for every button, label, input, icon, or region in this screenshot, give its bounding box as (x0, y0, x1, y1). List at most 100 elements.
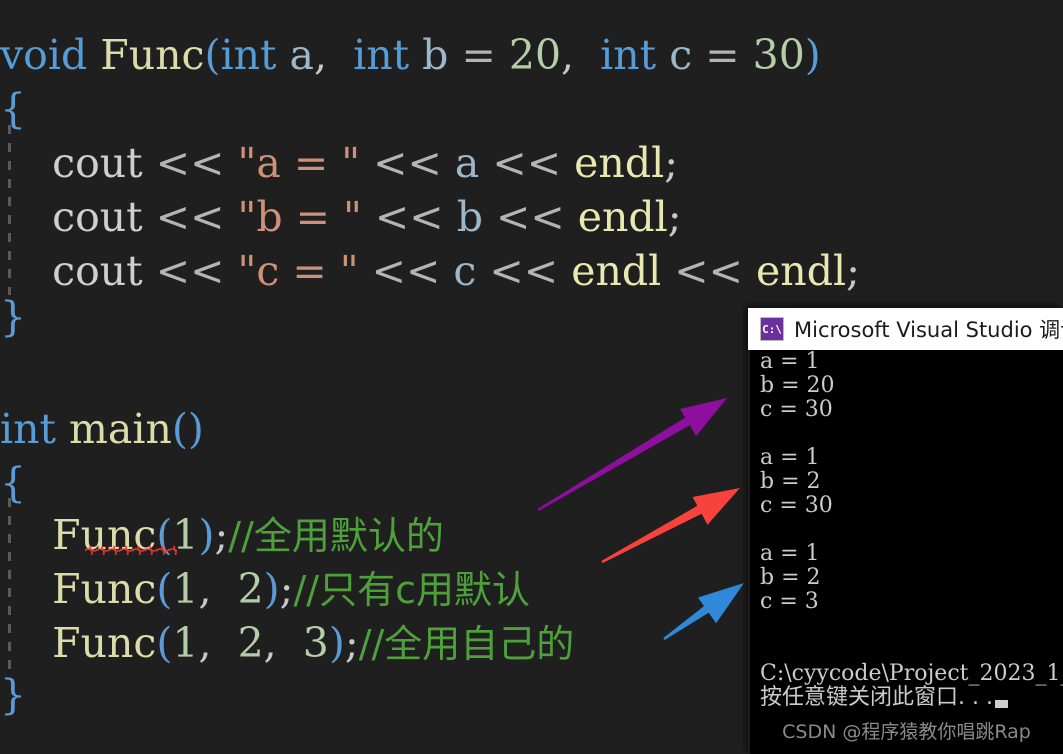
console-prompt-text: 按任意键关闭此窗口. . . (760, 685, 993, 710)
code-token: //只有c用默认 (293, 568, 531, 612)
code-token: ; (344, 619, 359, 667)
code-token: "a = " (237, 139, 361, 187)
code-token: 3 (302, 619, 329, 667)
code-token: , (198, 565, 238, 613)
squiggle-underline (85, 546, 177, 555)
code-token: } (0, 671, 27, 719)
console-prompt-line: 按任意键关闭此窗口. . . (760, 686, 1063, 710)
code-token: , (263, 619, 303, 667)
console-output-line: c = 30 (760, 397, 833, 422)
console-output-line: c = 30 (760, 493, 833, 518)
code-token: cout (0, 139, 143, 187)
console-output-line: b = 2 (760, 469, 821, 494)
code-token: a (454, 139, 480, 187)
code-token: a (289, 31, 314, 79)
code-token: int (0, 405, 56, 453)
code-line-func-open-brace[interactable]: { (0, 82, 26, 136)
console-output-line: a = 1 (760, 541, 820, 566)
code-token: , (314, 31, 354, 79)
code-token: c (669, 31, 693, 79)
code-token: 1 (172, 565, 199, 613)
console-output-line: C:\cyycode\Project_2023_1_ (760, 661, 1063, 686)
code-token: int (600, 31, 657, 79)
code-editor[interactable]: void Func(int a, int b = 20, int c = 30)… (0, 0, 1063, 754)
code-token: "c = " (237, 247, 359, 295)
console-cursor (994, 700, 1008, 708)
code-token: ; (214, 511, 229, 559)
console-icon-label: C:\ (762, 322, 782, 336)
code-token: ; (667, 193, 682, 241)
console-output-lines: a = 1b = 20 c = 30 a = 1b = 2c = 30 a = 1… (760, 350, 1063, 686)
code-line-call-func-1-2[interactable]: Func(1, 2);//只有c用默认 (0, 562, 530, 617)
code-token: () (171, 405, 204, 453)
console-titlebar[interactable]: C:\ Microsoft Visual Studio 调试控制 (748, 308, 1063, 350)
code-token: 30 (752, 31, 805, 79)
code-line-main-open-brace[interactable]: { (0, 456, 26, 510)
code-token: 20 (508, 31, 562, 79)
code-line-cout-b[interactable]: cout << "b = " << b << endl; (0, 190, 682, 244)
console-output-area[interactable]: a = 1b = 20 c = 30 a = 1b = 2c = 30 a = 1… (748, 350, 1063, 754)
code-token: << (155, 139, 225, 187)
code-token: = (461, 31, 496, 79)
console-app-icon: C:\ (760, 317, 784, 341)
code-token: ) (328, 619, 345, 667)
console-window[interactable]: C:\ Microsoft Visual Studio 调试控制 a = 1 b … (748, 308, 1063, 754)
code-token: ; (664, 139, 679, 187)
code-token: ( (156, 619, 173, 667)
code-token: 2 (237, 565, 264, 613)
code-line-func-signature[interactable]: void Func(int a, int b = 20, int c = 30) (0, 28, 821, 82)
code-line-call-func-1-2-3[interactable]: Func(1, 2, 3);//全用自己的 (0, 616, 574, 671)
code-token: endl (571, 247, 662, 295)
code-token: void (0, 31, 88, 79)
code-token: //全用自己的 (358, 622, 575, 666)
code-token: << (492, 139, 562, 187)
console-title: Microsoft Visual Studio 调试控制 (794, 318, 1063, 342)
code-line-func-close-brace[interactable]: } (0, 290, 26, 344)
code-token: << (674, 247, 743, 295)
code-token: { (0, 459, 27, 507)
code-token: ) (198, 511, 215, 559)
code-token: ; (279, 565, 294, 613)
code-line-cout-a[interactable]: cout << "a = " << a << endl; (0, 136, 678, 190)
purple-arrow (537, 398, 727, 511)
code-line-main-signature[interactable]: int main() (0, 402, 204, 456)
code-token: b (456, 193, 483, 241)
code-token: cout (0, 247, 143, 295)
code-token: << (373, 139, 442, 187)
code-token: << (489, 247, 559, 295)
code-token: 1 (172, 619, 199, 667)
code-token: } (0, 293, 27, 341)
code-line-call-func-1[interactable]: Func(1);//全用默认的 (0, 508, 444, 563)
code-token: << (495, 193, 565, 241)
code-token: c (453, 247, 477, 295)
code-token: endl (574, 139, 665, 187)
code-line-main-close-brace[interactable]: } (0, 668, 26, 722)
code-line-cout-c[interactable]: cout << "c = " << c << endl << endl; (0, 244, 860, 298)
code-token: int (220, 31, 277, 79)
